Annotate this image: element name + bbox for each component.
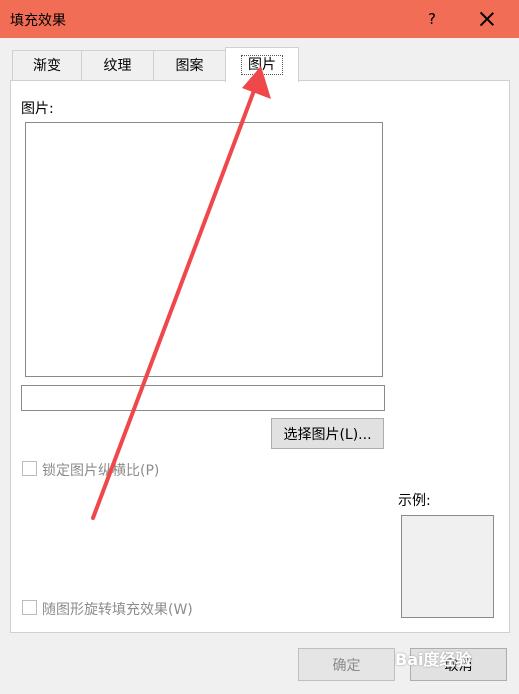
help-button[interactable]: ? bbox=[420, 7, 444, 31]
lock-aspect-checkbox[interactable] bbox=[22, 461, 37, 476]
picture-section-label: 图片: bbox=[21, 101, 54, 117]
tab-pattern-label: 图案 bbox=[175, 58, 204, 74]
tab-texture-label: 纹理 bbox=[103, 58, 132, 74]
rotate-with-shape-label: 随图形旋转填充效果(W) bbox=[42, 602, 193, 618]
picture-filename-field[interactable] bbox=[21, 385, 385, 411]
sample-label: 示例: bbox=[398, 493, 431, 509]
tab-picture[interactable]: 图片 bbox=[225, 47, 299, 82]
window-title: 填充效果 bbox=[10, 13, 66, 29]
ok-button[interactable]: 确定 bbox=[298, 648, 395, 681]
lock-aspect-label: 锁定图片纵横比(P) bbox=[42, 463, 160, 479]
watermark-text: Bai度经验 bbox=[395, 650, 472, 669]
select-picture-button[interactable]: 选择图片(L)... bbox=[271, 418, 384, 449]
close-button[interactable] bbox=[474, 7, 500, 31]
tab-texture[interactable]: 纹理 bbox=[81, 50, 154, 81]
title-bar: 填充效果 ? bbox=[0, 0, 519, 38]
picture-preview bbox=[25, 122, 383, 377]
rotate-with-shape-checkbox[interactable] bbox=[22, 600, 37, 615]
tab-gradient[interactable]: 渐变 bbox=[12, 50, 82, 81]
sample-preview bbox=[401, 515, 494, 618]
tab-pattern[interactable]: 图案 bbox=[153, 50, 226, 81]
tab-gradient-label: 渐变 bbox=[33, 58, 61, 74]
tab-picture-label: 图片 bbox=[241, 55, 283, 75]
